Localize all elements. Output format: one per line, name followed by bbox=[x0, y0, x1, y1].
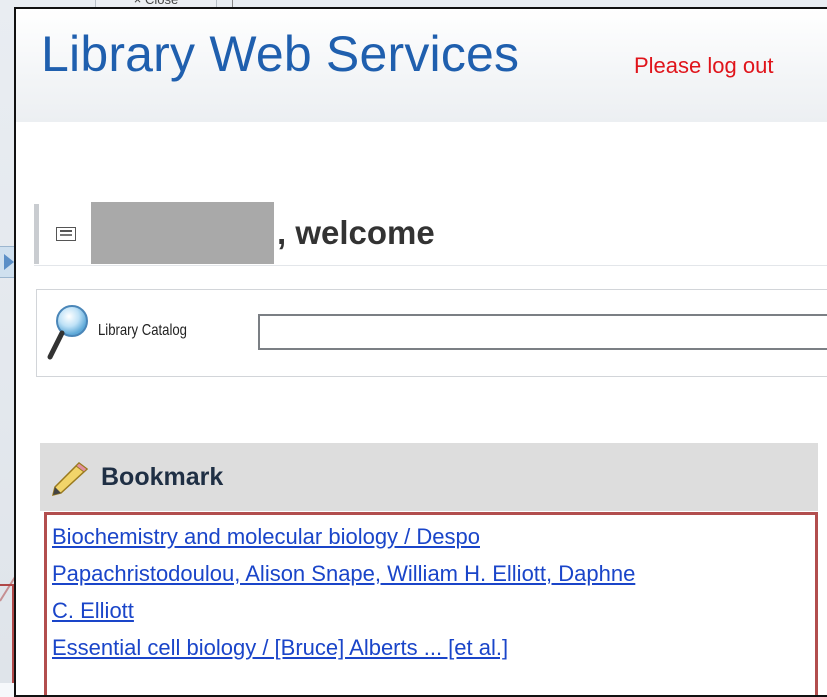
id-card-icon bbox=[56, 227, 76, 241]
bookmark-title: Bookmark bbox=[101, 463, 224, 491]
list-item: Biochemistry and molecular biology / Des… bbox=[52, 518, 812, 555]
bookmark-link[interactable]: Biochemistry and molecular biology / Des… bbox=[52, 524, 480, 549]
logout-notice: Please log out bbox=[634, 53, 774, 78]
catalog-search-input[interactable] bbox=[258, 314, 827, 350]
pencil-icon bbox=[51, 462, 89, 497]
welcome-divider bbox=[34, 265, 827, 266]
magnifier-icon bbox=[47, 305, 88, 360]
background-arrow-icon bbox=[4, 254, 14, 270]
list-item: C. Elliott bbox=[52, 592, 812, 629]
bookmark-link[interactable]: C. Elliott bbox=[52, 598, 134, 623]
list-item: Papachristodoulou, Alison Snape, William… bbox=[52, 555, 812, 592]
library-web-services-window: Library Web Services Please log out , we… bbox=[14, 7, 827, 697]
page-header: Library Web Services Please log out bbox=[16, 9, 827, 122]
catalog-search-label: Library Catalog bbox=[98, 322, 187, 339]
welcome-text: , welcome bbox=[277, 214, 435, 251]
bookmark-link[interactable]: Essential cell biology / [Bruce] Alberts… bbox=[52, 635, 508, 660]
site-title: Library Web Services bbox=[41, 26, 520, 82]
bookmark-list: Biochemistry and molecular biology / Des… bbox=[52, 518, 812, 666]
redacted-username bbox=[91, 202, 274, 264]
bookmark-link[interactable]: Papachristodoulou, Alison Snape, William… bbox=[52, 561, 635, 586]
list-item: Essential cell biology / [Bruce] Alberts… bbox=[52, 629, 812, 666]
